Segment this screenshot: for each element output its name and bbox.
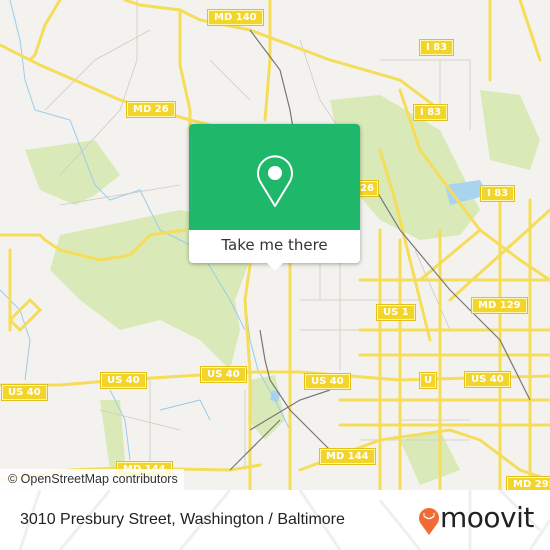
map[interactable]: MD 140 MD 26 26 I 83 I 83 I 83 US 1 MD 1… <box>0 0 550 490</box>
address-text: 3010 Presbury Street, Washington / Balti… <box>20 511 345 528</box>
road-label-us40: US 40 <box>304 373 351 390</box>
road-label-us40: US 40 <box>100 372 147 389</box>
popup-header <box>189 124 360 230</box>
road-label-md295: MD 295 <box>506 476 550 490</box>
road-label-md140: MD 140 <box>207 9 264 26</box>
map-pin-icon <box>257 155 293 207</box>
road-label-us1: US 1 <box>376 304 416 321</box>
footer: 3010 Presbury Street, Washington / Balti… <box>0 490 550 550</box>
take-me-there-button[interactable]: Take me there <box>189 230 360 263</box>
moovit-pin-icon <box>419 508 439 535</box>
location-popup: Take me there <box>189 124 360 271</box>
road-label-us40: U <box>418 372 438 389</box>
road-label-us40: US 40 <box>464 371 511 388</box>
road-label-i83: I 83 <box>412 104 449 121</box>
popup-pointer <box>267 263 283 271</box>
road-label-md26: MD 26 <box>126 101 176 118</box>
road-label-md144: MD 144 <box>319 448 376 465</box>
road-label-us40: US 40 <box>200 366 247 383</box>
road-label-md129: MD 129 <box>471 297 528 314</box>
moovit-wordmark: moovit <box>440 501 534 534</box>
road-label-i83: I 83 <box>418 39 455 56</box>
map-attribution[interactable]: © OpenStreetMap contributors <box>0 469 184 490</box>
road-label-i83: I 83 <box>479 185 516 202</box>
road-label-us40: US 40 <box>1 384 48 401</box>
